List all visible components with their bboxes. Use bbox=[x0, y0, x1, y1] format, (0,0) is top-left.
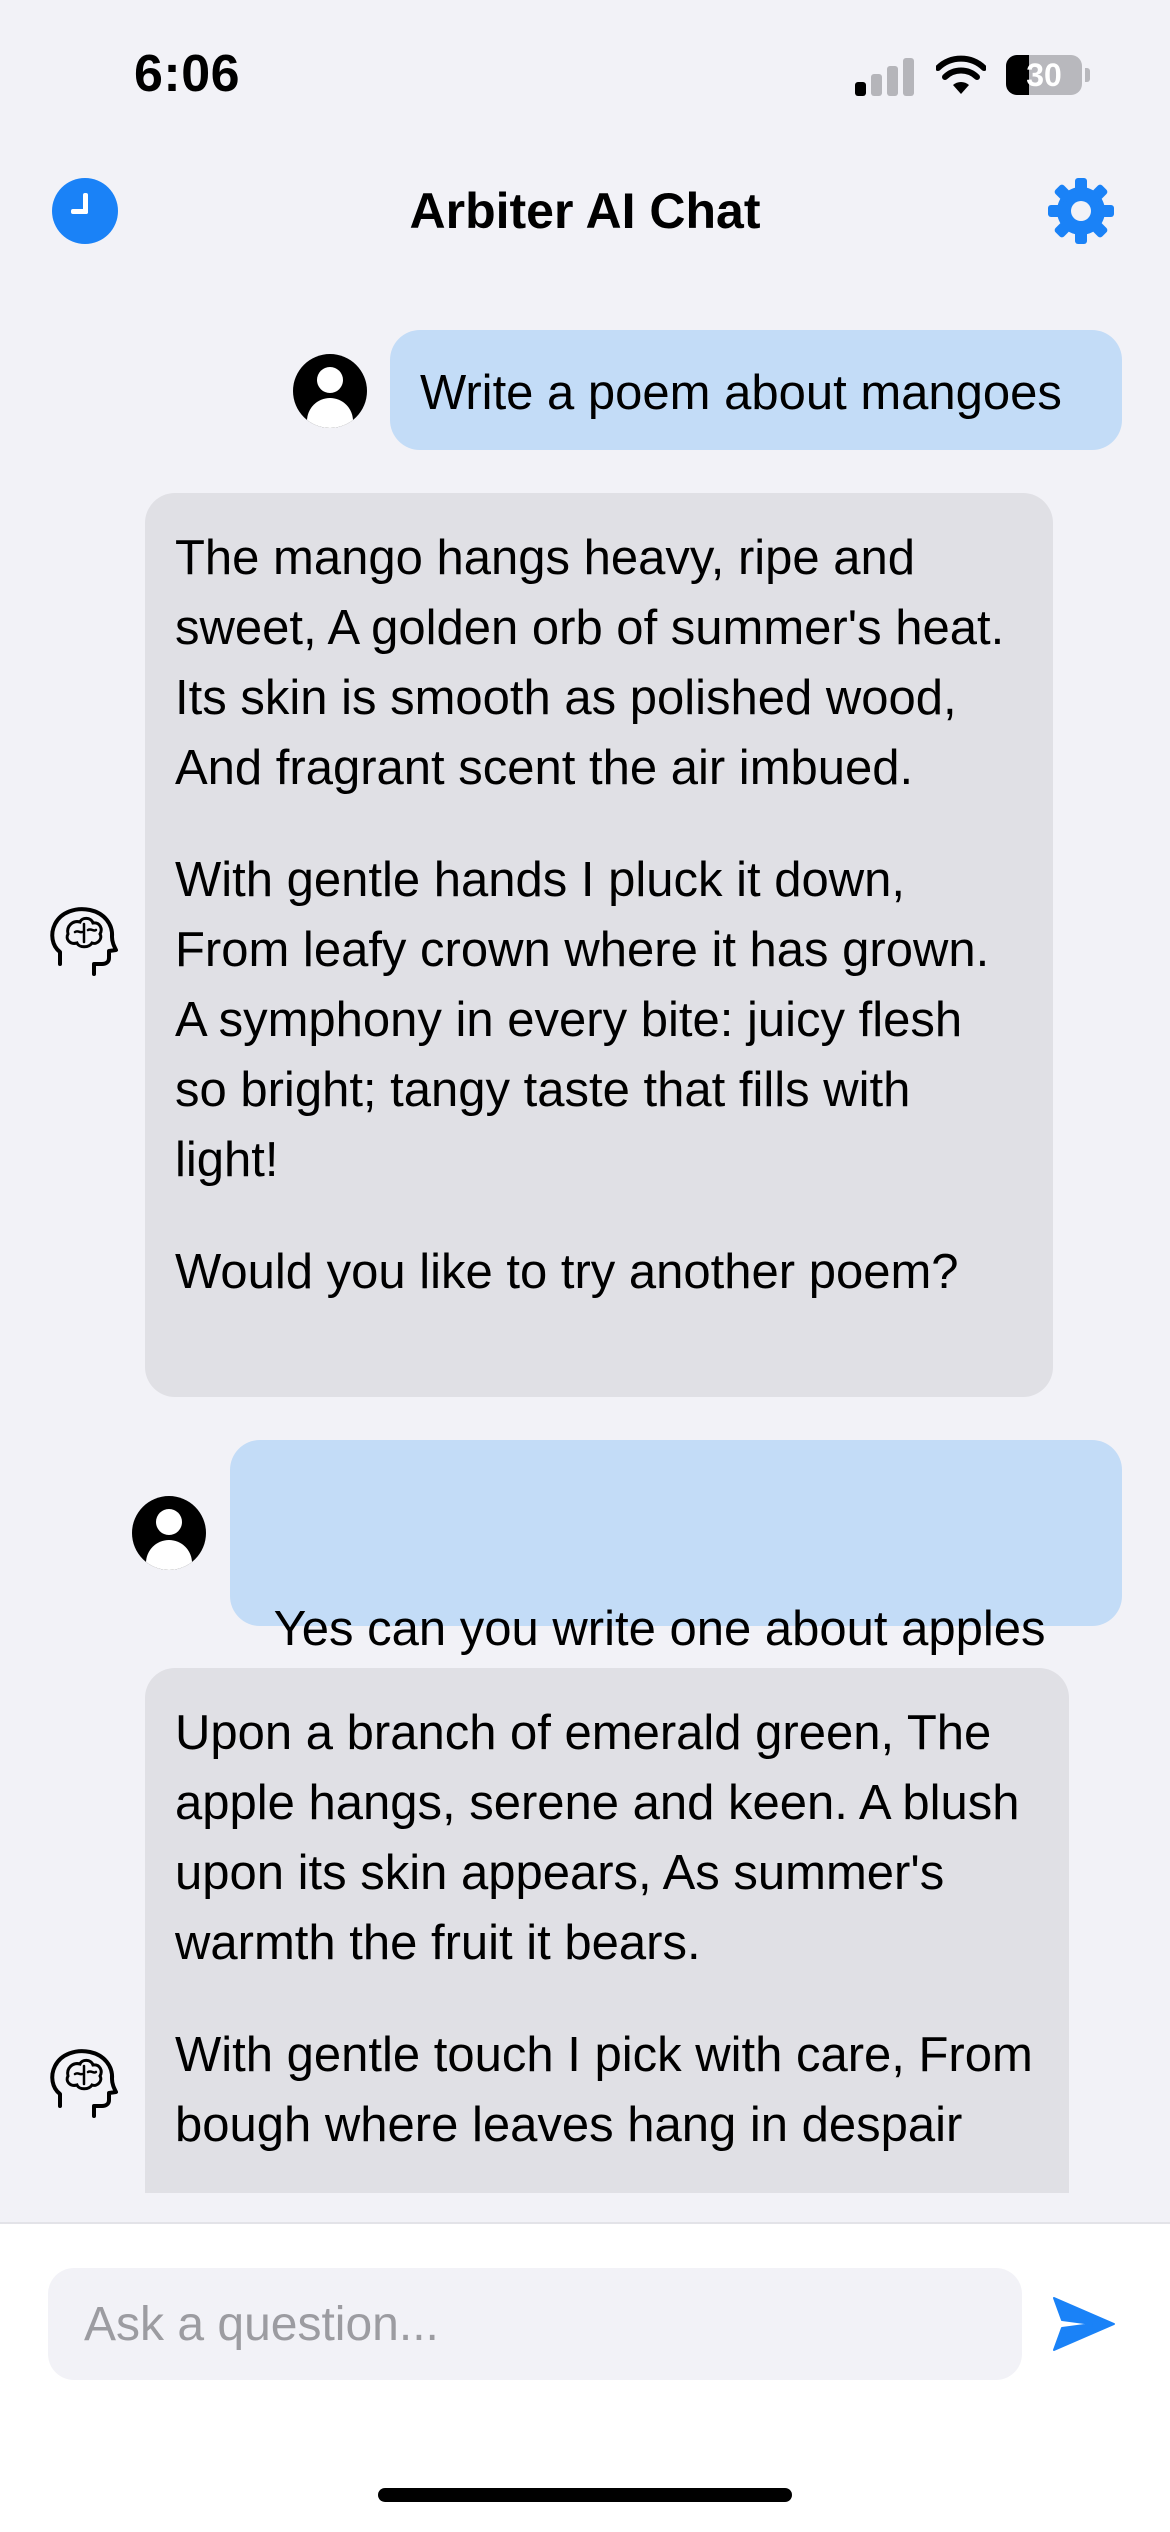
message-list[interactable]: Write a poem about mangoes The mango han… bbox=[0, 300, 1170, 2193]
message-text: Write a poem about mangoes bbox=[420, 366, 1062, 420]
chat-screen: 6:06 30 Arbiter AI Chat Write a poem abo… bbox=[0, 0, 1170, 2532]
home-indicator bbox=[378, 2488, 792, 2502]
page-title: Arbiter AI Chat bbox=[409, 183, 761, 239]
status-bar: 6:06 30 bbox=[0, 0, 1170, 150]
user-message-bubble: Yes can you write one about apples this … bbox=[230, 1440, 1122, 1722]
user-message-bubble: Write a poem about mangoes bbox=[390, 330, 1122, 450]
wifi-icon bbox=[936, 55, 986, 94]
message-paragraph: With gentle touch I pick with care, From… bbox=[175, 2028, 1033, 2152]
ai-message-bubble: Upon a branch of emerald green, The appl… bbox=[145, 1668, 1069, 2193]
message-paragraph: The mango hangs heavy, ripe and sweet, A… bbox=[175, 531, 1005, 795]
brain-head-icon bbox=[50, 907, 118, 976]
gear-icon[interactable] bbox=[1046, 176, 1116, 246]
message-paragraph: With gentle hands I pluck it down, From … bbox=[175, 853, 990, 1187]
question-input[interactable] bbox=[48, 2268, 1022, 2380]
cellular-signal-icon bbox=[855, 58, 915, 96]
message-paragraph: Would you like to try another poem? bbox=[175, 1245, 959, 1299]
user-avatar-icon bbox=[132, 1496, 206, 1570]
status-time: 6:06 bbox=[134, 45, 241, 103]
battery-level: 30 bbox=[1026, 57, 1062, 93]
composer-bar bbox=[0, 2222, 1170, 2532]
brain-head-icon bbox=[50, 2049, 118, 2118]
battery-icon: 30 bbox=[1006, 55, 1090, 95]
message-paragraph: Upon a branch of emerald green, The appl… bbox=[175, 1706, 1020, 1970]
navigation-bar: Arbiter AI Chat bbox=[0, 160, 1170, 260]
user-avatar-icon bbox=[293, 354, 367, 428]
ai-message-bubble: The mango hangs heavy, ripe and sweet, A… bbox=[145, 493, 1053, 1397]
paper-plane-send-icon[interactable] bbox=[1052, 2294, 1116, 2354]
